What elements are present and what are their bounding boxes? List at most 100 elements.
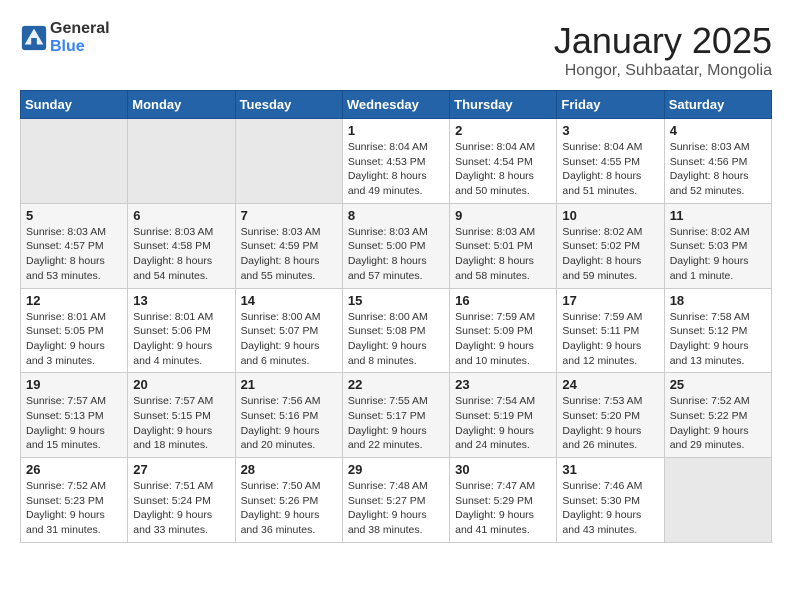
day-info: Sunrise: 7:52 AM Sunset: 5:22 PM Dayligh…: [670, 394, 766, 453]
day-cell: [235, 119, 342, 204]
day-cell: 23Sunrise: 7:54 AM Sunset: 5:19 PM Dayli…: [450, 373, 557, 458]
day-cell: 12 Sunrise: 8:01 AM Sunset: 5:05 PM Dayli…: [21, 288, 128, 373]
day-info: Sunrise: 8:01 AM Sunset: 5:05 PM Dayligh…: [26, 310, 122, 369]
day-cell: 27 Sunrise: 7:51 AM Sunset: 5:24 PM Dayli…: [128, 458, 235, 543]
day-info: Sunrise: 8:00 AM Sunset: 5:08 PM Dayligh…: [348, 310, 444, 369]
day-number: 27: [133, 462, 229, 477]
day-number: 29: [348, 462, 444, 477]
day-number: 14: [241, 293, 337, 308]
day-number: 25: [670, 377, 766, 392]
day-header-sunday: Sunday: [21, 91, 128, 119]
day-number: 3: [562, 123, 658, 138]
day-info: Sunrise: 8:03 AM Sunset: 5:00 PM Dayligh…: [348, 225, 444, 284]
day-number: 18: [670, 293, 766, 308]
day-number: 24: [562, 377, 658, 392]
day-number: 8: [348, 208, 444, 223]
day-number: 15: [348, 293, 444, 308]
day-header-wednesday: Wednesday: [342, 91, 449, 119]
day-number: 16: [455, 293, 551, 308]
header: General Blue January 2025 Hongor, Suhbaa…: [20, 20, 772, 80]
day-cell: 19 Sunrise: 7:57 AM Sunset: 5:13 PM Dayli…: [21, 373, 128, 458]
day-number: 1: [348, 123, 444, 138]
day-cell: 14 Sunrise: 8:00 AM Sunset: 5:07 PM Dayli…: [235, 288, 342, 373]
day-cell: [664, 458, 771, 543]
day-info: Sunrise: 7:46 AM Sunset: 5:30 PM Dayligh…: [562, 479, 658, 538]
day-cell: 21 Sunrise: 7:56 AM Sunset: 5:16 PM Dayli…: [235, 373, 342, 458]
day-info: Sunrise: 8:03 AM Sunset: 5:01 PM Dayligh…: [455, 225, 551, 284]
week-row-2: 5 Sunrise: 8:03 AM Sunset: 4:57 PM Daylig…: [21, 203, 772, 288]
calendar-title: January 2025: [554, 20, 772, 62]
logo-icon: [20, 24, 48, 52]
day-cell: 17 Sunrise: 7:59 AM Sunset: 5:11 PM Dayli…: [557, 288, 664, 373]
day-info: Sunrise: 8:02 AM Sunset: 5:02 PM Dayligh…: [562, 225, 658, 284]
day-cell: 4 Sunrise: 8:03 AM Sunset: 4:56 PM Daylig…: [664, 119, 771, 204]
day-info: Sunrise: 8:00 AM Sunset: 5:07 PM Dayligh…: [241, 310, 337, 369]
logo: General Blue: [20, 20, 110, 56]
day-info: Sunrise: 7:57 AM Sunset: 5:15 PM Dayligh…: [133, 394, 229, 453]
day-info: Sunrise: 7:57 AM Sunset: 5:13 PM Dayligh…: [26, 394, 122, 453]
week-row-5: 26Sunrise: 7:52 AM Sunset: 5:23 PM Dayli…: [21, 458, 772, 543]
day-number: 5: [26, 208, 122, 223]
day-cell: 7 Sunrise: 8:03 AM Sunset: 4:59 PM Daylig…: [235, 203, 342, 288]
day-info: Sunrise: 7:53 AM Sunset: 5:20 PM Dayligh…: [562, 394, 658, 453]
day-info: Sunrise: 8:03 AM Sunset: 4:57 PM Dayligh…: [26, 225, 122, 284]
day-info: Sunrise: 7:56 AM Sunset: 5:16 PM Dayligh…: [241, 394, 337, 453]
day-number: 19: [26, 377, 122, 392]
day-info: Sunrise: 7:58 AM Sunset: 5:12 PM Dayligh…: [670, 310, 766, 369]
day-info: Sunrise: 8:04 AM Sunset: 4:54 PM Dayligh…: [455, 140, 551, 199]
day-cell: 29 Sunrise: 7:48 AM Sunset: 5:27 PM Dayli…: [342, 458, 449, 543]
day-info: Sunrise: 8:03 AM Sunset: 4:58 PM Dayligh…: [133, 225, 229, 284]
day-cell: [21, 119, 128, 204]
day-cell: 9Sunrise: 8:03 AM Sunset: 5:01 PM Daylig…: [450, 203, 557, 288]
day-info: Sunrise: 8:01 AM Sunset: 5:06 PM Dayligh…: [133, 310, 229, 369]
day-number: 11: [670, 208, 766, 223]
day-info: Sunrise: 7:48 AM Sunset: 5:27 PM Dayligh…: [348, 479, 444, 538]
day-number: 21: [241, 377, 337, 392]
day-info: Sunrise: 8:03 AM Sunset: 4:56 PM Dayligh…: [670, 140, 766, 199]
day-cell: 22 Sunrise: 7:55 AM Sunset: 5:17 PM Dayli…: [342, 373, 449, 458]
day-number: 20: [133, 377, 229, 392]
calendar-table: SundayMondayTuesdayWednesdayThursdayFrid…: [20, 90, 772, 543]
day-cell: 8 Sunrise: 8:03 AM Sunset: 5:00 PM Daylig…: [342, 203, 449, 288]
day-info: Sunrise: 7:51 AM Sunset: 5:24 PM Dayligh…: [133, 479, 229, 538]
day-info: Sunrise: 7:54 AM Sunset: 5:19 PM Dayligh…: [455, 394, 551, 453]
logo-general: General: [50, 20, 110, 37]
day-number: 7: [241, 208, 337, 223]
day-number: 4: [670, 123, 766, 138]
day-cell: 24 Sunrise: 7:53 AM Sunset: 5:20 PM Dayli…: [557, 373, 664, 458]
day-number: 31: [562, 462, 658, 477]
day-number: 17: [562, 293, 658, 308]
day-cell: 31 Sunrise: 7:46 AM Sunset: 5:30 PM Dayli…: [557, 458, 664, 543]
week-row-3: 12 Sunrise: 8:01 AM Sunset: 5:05 PM Dayli…: [21, 288, 772, 373]
day-number: 13: [133, 293, 229, 308]
day-cell: 6 Sunrise: 8:03 AM Sunset: 4:58 PM Daylig…: [128, 203, 235, 288]
title-area: January 2025 Hongor, Suhbaatar, Mongolia: [554, 20, 772, 80]
day-cell: 26Sunrise: 7:52 AM Sunset: 5:23 PM Dayli…: [21, 458, 128, 543]
day-number: 22: [348, 377, 444, 392]
day-info: Sunrise: 8:04 AM Sunset: 4:55 PM Dayligh…: [562, 140, 658, 199]
day-header-saturday: Saturday: [664, 91, 771, 119]
day-number: 28: [241, 462, 337, 477]
day-info: Sunrise: 8:02 AM Sunset: 5:03 PM Dayligh…: [670, 225, 766, 284]
day-number: 26: [26, 462, 122, 477]
day-info: Sunrise: 7:59 AM Sunset: 5:09 PM Dayligh…: [455, 310, 551, 369]
day-number: 30: [455, 462, 551, 477]
day-cell: 30 Sunrise: 7:47 AM Sunset: 5:29 PM Dayli…: [450, 458, 557, 543]
day-header-tuesday: Tuesday: [235, 91, 342, 119]
day-info: Sunrise: 8:03 AM Sunset: 4:59 PM Dayligh…: [241, 225, 337, 284]
day-info: Sunrise: 7:47 AM Sunset: 5:29 PM Dayligh…: [455, 479, 551, 538]
day-header-friday: Friday: [557, 91, 664, 119]
day-info: Sunrise: 7:55 AM Sunset: 5:17 PM Dayligh…: [348, 394, 444, 453]
day-number: 6: [133, 208, 229, 223]
week-row-1: 1 Sunrise: 8:04 AM Sunset: 4:53 PM Daylig…: [21, 119, 772, 204]
day-number: 12: [26, 293, 122, 308]
day-cell: 25 Sunrise: 7:52 AM Sunset: 5:22 PM Dayli…: [664, 373, 771, 458]
day-cell: 28Sunrise: 7:50 AM Sunset: 5:26 PM Dayli…: [235, 458, 342, 543]
day-header-thursday: Thursday: [450, 91, 557, 119]
day-info: Sunrise: 8:04 AM Sunset: 4:53 PM Dayligh…: [348, 140, 444, 199]
day-cell: 2Sunrise: 8:04 AM Sunset: 4:54 PM Daylig…: [450, 119, 557, 204]
day-info: Sunrise: 7:59 AM Sunset: 5:11 PM Dayligh…: [562, 310, 658, 369]
day-cell: 18 Sunrise: 7:58 AM Sunset: 5:12 PM Dayli…: [664, 288, 771, 373]
day-header-monday: Monday: [128, 91, 235, 119]
day-cell: 3 Sunrise: 8:04 AM Sunset: 4:55 PM Daylig…: [557, 119, 664, 204]
